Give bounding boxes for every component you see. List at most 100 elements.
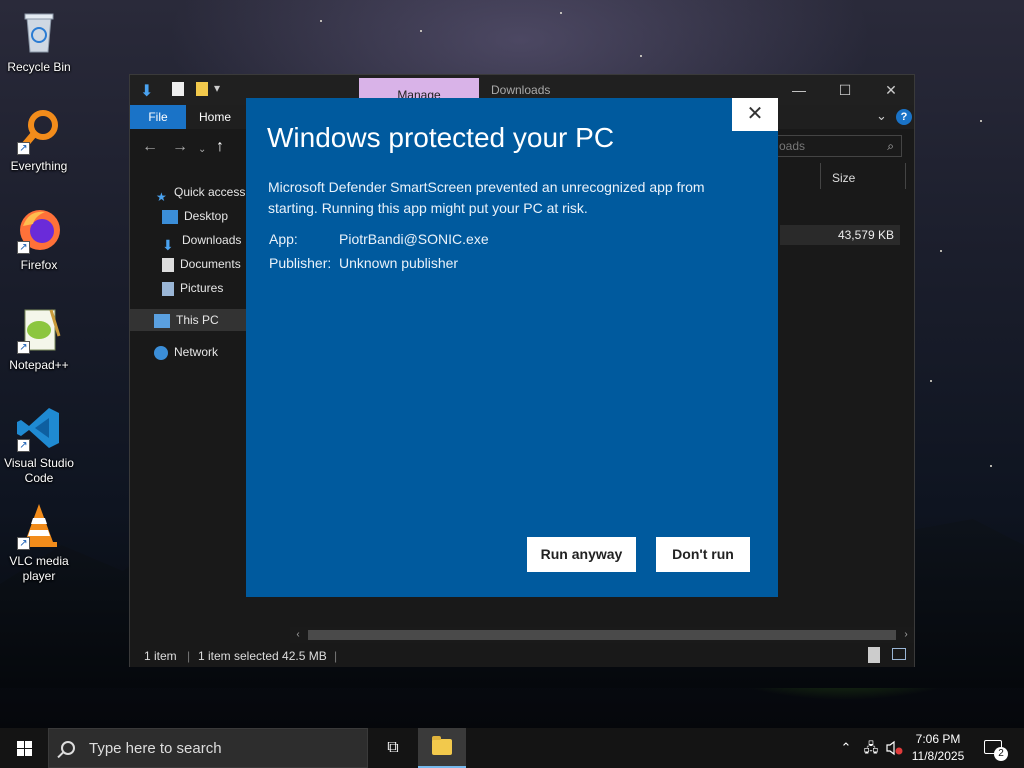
desktop-icon-label: VLC media player [9, 554, 69, 583]
volume-muted-icon[interactable] [884, 728, 904, 768]
desktop-icon-recycle-bin[interactable]: Recycle Bin [2, 8, 76, 75]
minimize-button[interactable]: — [776, 75, 822, 105]
desktop-icon-label: Visual Studio Code [4, 456, 74, 485]
task-view-button[interactable]: ⧉ [370, 728, 416, 768]
desktop-icon-label: Recycle Bin [7, 60, 71, 74]
back-arrow-icon[interactable]: ← [142, 137, 158, 157]
star [940, 250, 942, 252]
dont-run-button[interactable]: Don't run [656, 537, 750, 572]
taskbar-search-placeholder: Type here to search [89, 740, 222, 757]
star [990, 465, 992, 467]
shortcut-arrow-icon: ↗ [17, 241, 30, 254]
desktop-icon-label: Firefox [20, 258, 58, 272]
status-bar: 1 item | 1 item selected 42.5 MB | [130, 645, 914, 667]
folder-icon [432, 736, 452, 755]
recycle-bin-icon [15, 8, 63, 56]
taskbar-search-box[interactable]: Type here to search [48, 728, 368, 768]
desktop-folder-icon [162, 209, 178, 224]
recent-locations-chevron-icon[interactable]: ⌄ [198, 140, 206, 160]
smartscreen-dialog[interactable]: ✕ Windows protected your PC Microsoft De… [246, 98, 778, 597]
desktop-icon-everything[interactable]: ↗ Everything [2, 107, 76, 174]
column-divider[interactable] [905, 163, 906, 189]
computer-icon [154, 313, 170, 328]
new-folder-icon[interactable] [196, 82, 208, 96]
search-input[interactable]: oads [772, 135, 902, 157]
dialog-message: Microsoft Defender SmartScreen prevented… [268, 179, 705, 216]
status-divider: | [334, 649, 338, 663]
star [320, 20, 322, 22]
tab-file[interactable]: File [130, 105, 186, 129]
task-view-icon: ⧉ [387, 739, 399, 756]
taskbar-clock[interactable]: 7:06 PM 11/8/2025 [906, 731, 970, 765]
notification-count-badge: 2 [994, 747, 1008, 761]
forward-arrow-icon[interactable]: → [172, 137, 188, 157]
start-button[interactable] [0, 728, 48, 768]
nav-item-label: Pictures [180, 281, 224, 295]
dialog-close-button[interactable]: ✕ [732, 98, 778, 131]
up-arrow-icon[interactable]: ↑ [216, 137, 224, 157]
scroll-right-arrow-icon[interactable]: › [898, 627, 914, 643]
scrollbar-thumb[interactable] [308, 630, 896, 640]
nav-item-label: This PC [176, 313, 219, 327]
window-title: Downloads [491, 83, 551, 97]
desktop-icon-vlc[interactable]: ↗ VLC media player [2, 502, 76, 584]
search-icon: ⌕ [887, 139, 894, 153]
nav-item-label: Network [174, 345, 219, 359]
shortcut-arrow-icon: ↗ [17, 341, 30, 354]
show-hidden-icons-chevron-icon[interactable]: ⌃ [836, 728, 856, 768]
ribbon-expand-chevron-icon[interactable]: ⌄ [876, 108, 887, 124]
app-value: PiotrBandi@SONIC.exe [339, 231, 489, 247]
notification-center-button[interactable]: 2 [980, 728, 1010, 768]
shortcut-arrow-icon: ↗ [17, 439, 30, 452]
app-row: App: PiotrBandi@SONIC.exe [269, 231, 489, 247]
status-item-count: 1 item [144, 649, 177, 663]
dialog-title: Windows protected your PC [267, 122, 615, 153]
clock-time: 7:06 PM [915, 732, 961, 746]
run-anyway-button[interactable]: Run anyway [527, 537, 636, 572]
clock-date: 11/8/2025 [911, 749, 965, 763]
large-icons-view-icon[interactable] [892, 648, 906, 660]
quick-access-toolbar-dropdown-icon[interactable]: ▾ [214, 81, 220, 95]
star [930, 380, 932, 382]
taskbar-file-explorer-button[interactable] [418, 728, 466, 768]
app-label: App: [269, 231, 298, 247]
star [640, 55, 642, 57]
pictures-icon [162, 281, 174, 296]
firefox-icon: ↗ [15, 206, 63, 254]
status-selection: 1 item selected 42.5 MB [198, 649, 327, 663]
properties-icon[interactable] [172, 82, 184, 96]
desktop-icon-label: Everything [10, 159, 68, 173]
shortcut-arrow-icon: ↗ [17, 142, 30, 155]
help-icon[interactable]: ? [896, 109, 912, 125]
star [420, 30, 422, 32]
tab-home[interactable]: Home [190, 105, 240, 129]
documents-icon [162, 257, 174, 272]
download-arrow-icon: ⬇ [140, 83, 154, 100]
star-icon: ★ [156, 189, 167, 204]
desktop-icon-notepad-plus-plus[interactable]: ↗ Notepad++ [2, 306, 76, 373]
horizontal-scrollbar[interactable]: ‹ › [290, 627, 914, 643]
column-divider[interactable] [820, 163, 821, 189]
desktop-icon-vscode[interactable]: ↗ Visual Studio Code [2, 404, 76, 486]
vlc-icon: ↗ [15, 502, 63, 550]
downloads-arrow-icon: ⬇ [162, 236, 174, 253]
desktop-icon-label: Notepad++ [9, 358, 69, 372]
publisher-value: Unknown publisher [339, 255, 459, 271]
everything-icon: ↗ [15, 107, 63, 155]
scroll-left-arrow-icon[interactable]: ‹ [290, 627, 306, 643]
status-divider: | [187, 649, 191, 663]
nav-item-label: Documents [180, 257, 241, 271]
file-row-size[interactable]: 43,579 KB [780, 225, 900, 245]
windows-logo-icon [17, 741, 32, 756]
publisher-row: Publisher: Unknown publisher [269, 255, 458, 271]
star [560, 12, 562, 14]
network-status-icon[interactable]: 🖧 [860, 728, 882, 768]
column-header-size[interactable]: Size [832, 171, 855, 185]
nav-item-label: Downloads [182, 233, 242, 247]
details-view-icon[interactable] [868, 647, 880, 663]
shortcut-arrow-icon: ↗ [17, 537, 30, 550]
desktop-icon-firefox[interactable]: ↗ Firefox [2, 206, 76, 273]
nav-item-label: Quick access [174, 185, 246, 199]
close-window-button[interactable]: ✕ [868, 75, 914, 105]
maximize-button[interactable]: ☐ [822, 75, 868, 105]
